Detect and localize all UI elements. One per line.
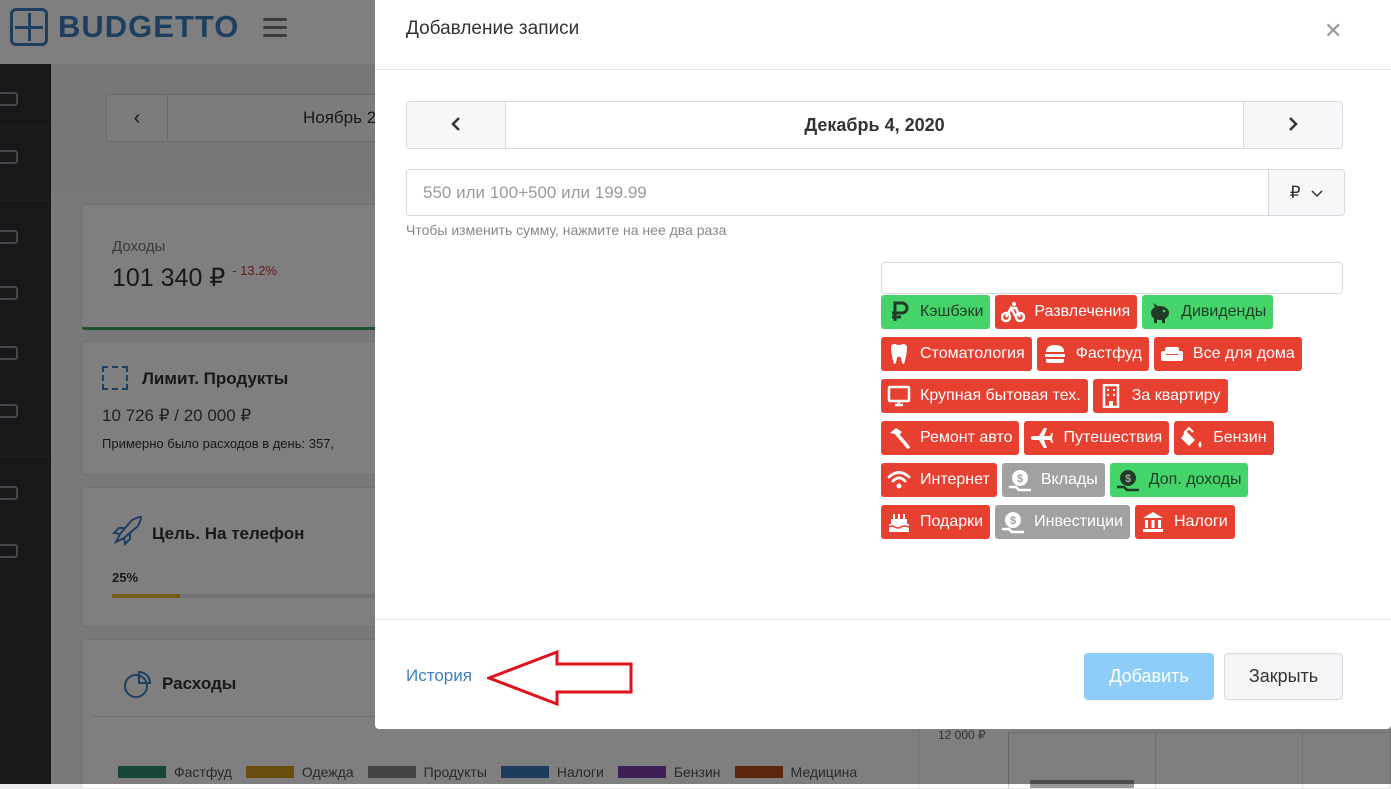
burger-icon (1044, 345, 1065, 363)
category-tag-label: Доп. доходы (1148, 471, 1242, 488)
add-button[interactable]: Добавить (1084, 653, 1214, 700)
category-row: Кэшбэки Развлечения Дивиденды (881, 295, 1351, 329)
coin-hand-icon: $ (1008, 470, 1031, 492)
category-tag-label: Налоги (1173, 513, 1228, 530)
date-prev-button[interactable] (407, 102, 506, 148)
category-tag[interactable]: Путешествия (1024, 421, 1170, 455)
date-next-button[interactable] (1243, 102, 1342, 148)
close-button[interactable]: Закрыть (1224, 653, 1343, 700)
modal-title: Добавление записи (406, 18, 580, 39)
svg-text:$: $ (1125, 473, 1131, 485)
modal-footer: История Добавить Закрыть (375, 619, 1391, 730)
coin-hand-icon: $ (1116, 470, 1139, 492)
category-row: Интернет $ Вклады $ Доп. доходы (881, 463, 1351, 497)
currency-value: ₽ (1289, 183, 1301, 202)
svg-text:$: $ (1010, 515, 1016, 527)
date-value[interactable]: Декабрь 4, 2020 (506, 102, 1243, 148)
category-tag-label: Бензин (1213, 429, 1267, 446)
fuel-icon (1181, 426, 1202, 448)
wifi-icon (887, 471, 911, 489)
history-link[interactable]: История (406, 666, 472, 686)
category-row: Крупная бытовая тех. За квартиру (881, 379, 1351, 413)
close-icon[interactable]: ✕ (1324, 18, 1342, 44)
category-tag-label: Дивиденды (1181, 303, 1267, 320)
date-navigator: Декабрь 4, 2020 (406, 101, 1343, 149)
category-tag[interactable]: $ Вклады (1001, 463, 1105, 497)
category-tag-label: Интернет (920, 471, 990, 488)
category-tag[interactable]: За квартиру (1092, 379, 1228, 413)
category-tag-label: Вклады (1040, 471, 1098, 488)
tooth-icon (891, 344, 907, 365)
modal-header: Добавление записи ✕ (375, 0, 1391, 70)
chevron-left-icon (451, 117, 460, 131)
bank-icon (1142, 512, 1163, 532)
category-tag-label: Крупная бытовая тех. (920, 387, 1081, 404)
chevron-down-icon (1311, 190, 1323, 198)
category-tag[interactable]: Подарки (881, 505, 991, 539)
category-tag-label: Развлечения (1034, 303, 1131, 320)
category-row: Подарки $ Инвестиции Налоги (881, 505, 1351, 539)
ruble-icon (892, 301, 909, 321)
category-row: Стоматология Фастфуд Все для дома (881, 337, 1351, 371)
category-tag[interactable]: Все для дома (1153, 337, 1302, 371)
category-tag-label: Кэшбэки (920, 303, 984, 320)
category-tag-label: Фастфуд (1075, 345, 1142, 362)
svg-text:$: $ (1017, 473, 1023, 485)
category-tag-label: Стоматология (920, 345, 1025, 362)
currency-select[interactable]: ₽ (1268, 169, 1345, 216)
category-tag[interactable]: Фастфуд (1036, 337, 1149, 371)
category-tag[interactable]: Кэшбэки (881, 295, 991, 329)
category-tag[interactable]: Развлечения (995, 295, 1138, 329)
category-tag[interactable]: Дивиденды (1142, 295, 1274, 329)
amount-input[interactable] (406, 169, 1269, 216)
category-tag-label: Инвестиции (1034, 513, 1123, 530)
coin-hand-icon: $ (1002, 512, 1025, 534)
building-icon (1102, 384, 1119, 408)
red-arrow-annotation-icon (487, 649, 633, 707)
cake-icon (888, 514, 910, 532)
category-tag-label: Подарки (920, 513, 984, 530)
category-tag[interactable]: Крупная бытовая тех. (881, 379, 1088, 413)
plane-icon (1031, 428, 1054, 448)
category-tag-label: Ремонт авто (920, 429, 1013, 446)
bicycle-icon (1001, 302, 1026, 323)
category-search-input[interactable] (881, 262, 1343, 294)
category-tag[interactable]: Бензин (1174, 421, 1274, 455)
category-tag[interactable]: Ремонт авто (881, 421, 1020, 455)
category-tag-label: Все для дома (1192, 345, 1295, 362)
category-tag[interactable]: $ Инвестиции (995, 505, 1130, 539)
chevron-right-icon (1289, 117, 1298, 131)
category-tag[interactable]: Интернет (881, 463, 997, 497)
add-record-modal: Добавление записи ✕ Декабрь 4, 2020 ₽ Чт… (375, 0, 1391, 729)
monitor-icon (887, 385, 911, 407)
category-tag[interactable]: $ Доп. доходы (1109, 463, 1249, 497)
category-tag[interactable]: Стоматология (881, 337, 1032, 371)
hammer-icon (890, 428, 910, 449)
category-tag[interactable]: Налоги (1134, 505, 1235, 539)
sofa-icon (1160, 347, 1183, 361)
category-row: Ремонт авто Путешествия Бензин (881, 421, 1351, 455)
category-tags: Кэшбэки Развлечения Дивиденды Стоматология Ф… (881, 295, 1351, 547)
category-tag-label: Путешествия (1063, 429, 1163, 446)
amount-hint: Чтобы изменить сумму, нажмите на нее два… (406, 222, 727, 238)
piggy-bank-icon (1151, 303, 1170, 323)
category-tag-label: За квартиру (1131, 387, 1221, 404)
